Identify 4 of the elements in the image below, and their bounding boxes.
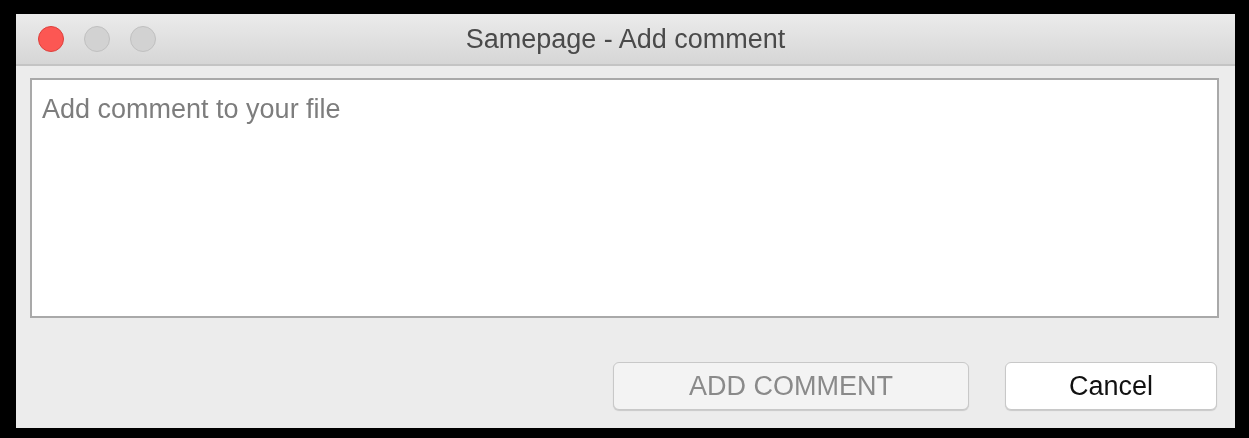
cancel-button[interactable]: Cancel bbox=[1005, 362, 1217, 410]
window-title: Samepage - Add comment bbox=[465, 23, 786, 54]
close-button[interactable] bbox=[38, 26, 64, 52]
comment-field[interactable]: Add comment to your file bbox=[30, 78, 1219, 318]
